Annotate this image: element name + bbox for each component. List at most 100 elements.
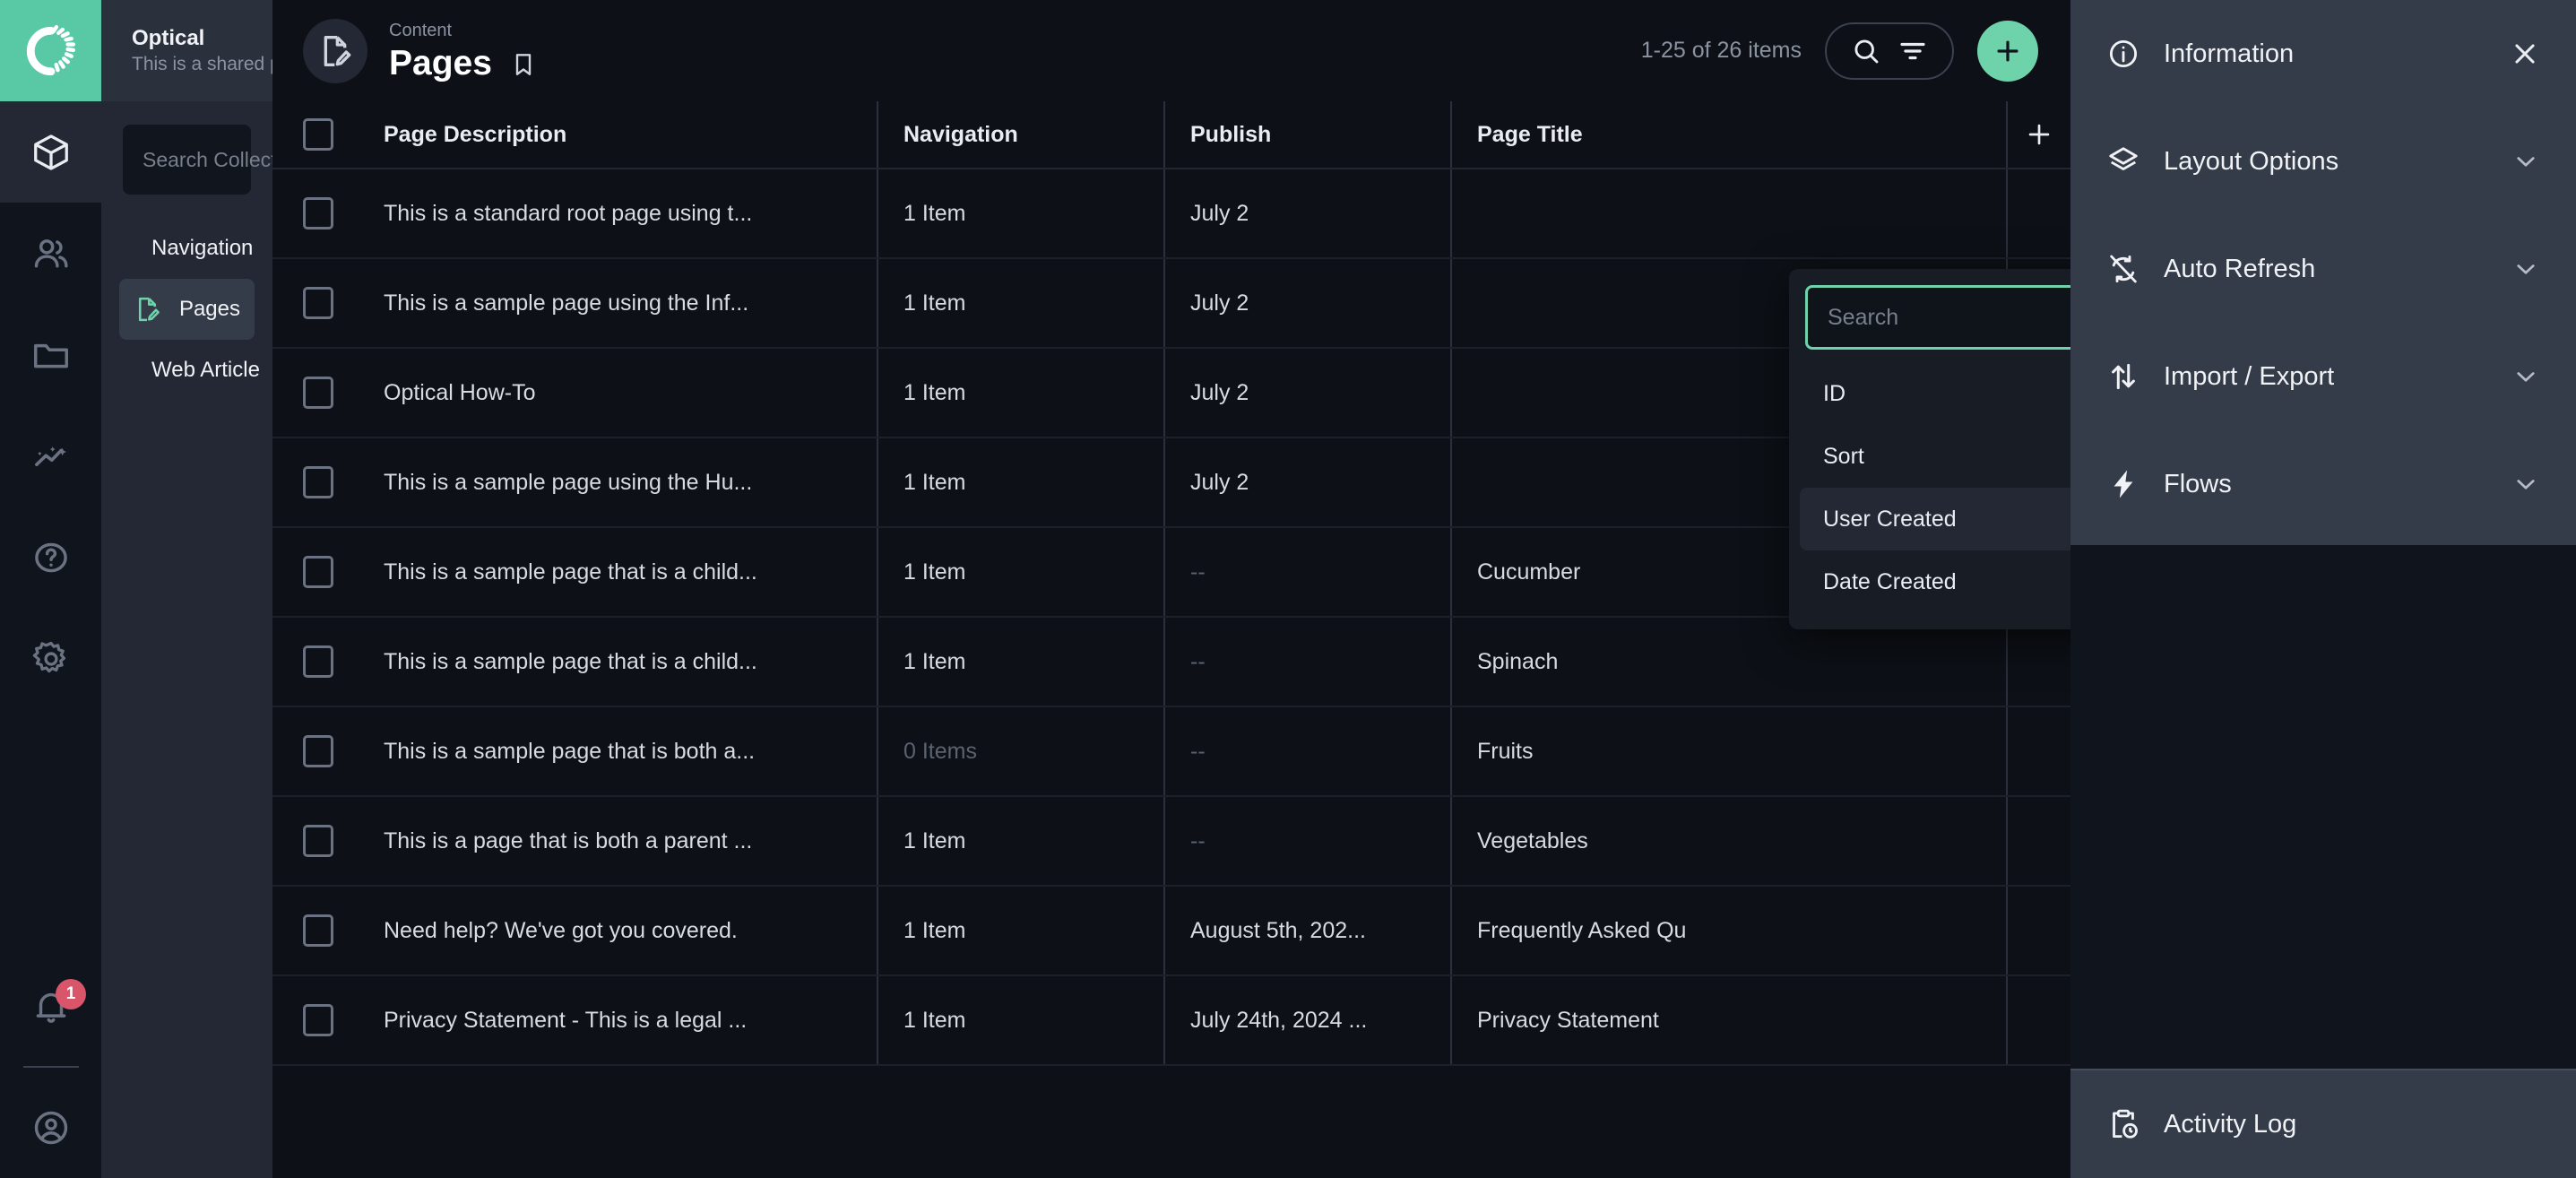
column-header-description[interactable]: Page Description <box>359 101 877 168</box>
cell-publish[interactable]: July 2 <box>1163 438 1450 526</box>
panel-section-import-export[interactable]: Import / Export <box>2070 323 2576 430</box>
row-checkbox[interactable] <box>303 735 333 767</box>
row-checkbox[interactable] <box>303 466 333 498</box>
row-select-cell[interactable] <box>272 528 359 616</box>
cell-navigation[interactable]: 0 Items <box>877 707 1163 795</box>
cell-title[interactable]: Frequently Asked Qu <box>1450 887 2006 974</box>
cell-navigation[interactable]: 1 Item <box>877 976 1163 1064</box>
row-select-cell[interactable] <box>272 707 359 795</box>
expand-flows-button[interactable] <box>2511 470 2540 498</box>
expand-auto-refresh-button[interactable] <box>2511 255 2540 283</box>
collection-search-input[interactable]: Search Collection... <box>123 125 251 195</box>
row-select-cell[interactable] <box>272 976 359 1064</box>
cell-publish[interactable]: -- <box>1163 528 1450 616</box>
row-checkbox[interactable] <box>303 645 333 678</box>
cell-title[interactable]: Vegetables <box>1450 797 2006 885</box>
sidebar-item-navigation[interactable]: Navigation <box>119 218 255 279</box>
rail-item-settings[interactable] <box>0 608 101 709</box>
cell-publish[interactable]: July 24th, 2024 ... <box>1163 976 1450 1064</box>
row-select-cell[interactable] <box>272 169 359 257</box>
sidebar-item-pages[interactable]: Pages <box>119 279 255 340</box>
rail-item-insights[interactable] <box>0 405 101 507</box>
cell-description[interactable]: Privacy Statement - This is a legal ... <box>359 976 877 1064</box>
panel-footer-activity-log[interactable]: Activity Log <box>2070 1069 2576 1178</box>
cell-publish[interactable]: -- <box>1163 618 1450 706</box>
cell-title[interactable]: Spinach <box>1450 618 2006 706</box>
row-select-cell[interactable] <box>272 887 359 974</box>
cell-navigation[interactable]: 1 Item <box>877 528 1163 616</box>
row-select-cell[interactable] <box>272 349 359 437</box>
brand-logo[interactable] <box>0 0 101 101</box>
row-checkbox[interactable] <box>303 556 333 588</box>
cell-publish[interactable]: -- <box>1163 707 1450 795</box>
cell-navigation[interactable]: 1 Item <box>877 797 1163 885</box>
cell-description[interactable]: This is a sample page that is a child... <box>359 528 877 616</box>
row-checkbox[interactable] <box>303 287 333 319</box>
column-header-publish[interactable]: Publish <box>1163 101 1450 168</box>
row-select-cell[interactable] <box>272 797 359 885</box>
cell-navigation[interactable]: 1 Item <box>877 887 1163 974</box>
cell-publish[interactable]: July 2 <box>1163 169 1450 257</box>
add-column-button[interactable] <box>2006 101 2070 168</box>
cell-description[interactable]: Optical How-To <box>359 349 877 437</box>
rail-item-help[interactable] <box>0 507 101 608</box>
row-checkbox[interactable] <box>303 377 333 409</box>
panel-section-auto-refresh[interactable]: Auto Refresh <box>2070 215 2576 323</box>
filter-icon[interactable] <box>1897 35 1929 67</box>
add-button[interactable] <box>1977 21 2038 82</box>
rail-item-users[interactable] <box>0 203 101 304</box>
search-icon[interactable] <box>1850 35 1882 67</box>
row-checkbox[interactable] <box>303 825 333 857</box>
cell-navigation[interactable]: 1 Item <box>877 618 1163 706</box>
rail-item-media[interactable] <box>0 304 101 405</box>
cell-description[interactable]: This is a sample page using the Hu... <box>359 438 877 526</box>
close-panel-button[interactable] <box>2510 39 2540 69</box>
cell-navigation[interactable]: 1 Item <box>877 259 1163 347</box>
cell-title[interactable]: Fruits <box>1450 707 2006 795</box>
panel-section-layout-options[interactable]: Layout Options <box>2070 108 2576 215</box>
cell-description[interactable]: Need help? We've got you covered. <box>359 887 877 974</box>
sidebar-item-web-article[interactable]: Web Article <box>119 340 255 401</box>
activity-log-row[interactable]: Activity Log <box>2070 1070 2576 1178</box>
cell-publish[interactable]: -- <box>1163 797 1450 885</box>
collection-header[interactable]: Optical This is a shared playgr... <box>101 0 272 101</box>
table-row[interactable]: This is a sample page that is both a...0… <box>272 707 2070 797</box>
row-select-cell[interactable] <box>272 618 359 706</box>
row-checkbox[interactable] <box>303 197 333 230</box>
cell-description[interactable]: This is a page that is both a parent ... <box>359 797 877 885</box>
table-row[interactable]: Need help? We've got you covered.1 ItemA… <box>272 887 2070 976</box>
cell-publish[interactable]: July 2 <box>1163 349 1450 437</box>
panel-section-flows[interactable]: Flows <box>2070 430 2576 538</box>
expand-layout-options-button[interactable] <box>2511 147 2540 176</box>
cell-navigation[interactable]: 1 Item <box>877 169 1163 257</box>
rail-item-collections[interactable] <box>0 101 101 203</box>
column-header-navigation[interactable]: Navigation <box>877 101 1163 168</box>
table-row[interactable]: This is a standard root page using t...1… <box>272 169 2070 259</box>
cell-publish[interactable]: July 2 <box>1163 259 1450 347</box>
cell-description[interactable]: This is a standard root page using t... <box>359 169 877 257</box>
select-all-cell[interactable] <box>272 101 359 168</box>
table-row[interactable]: This is a page that is both a parent ...… <box>272 797 2070 887</box>
cell-description[interactable]: This is a sample page that is both a... <box>359 707 877 795</box>
table-row[interactable]: Privacy Statement - This is a legal ...1… <box>272 976 2070 1066</box>
table-row[interactable]: This is a sample page that is a child...… <box>272 618 2070 707</box>
cell-publish[interactable]: August 5th, 202... <box>1163 887 1450 974</box>
cell-description[interactable]: This is a sample page that is a child... <box>359 618 877 706</box>
select-all-checkbox[interactable] <box>303 118 333 151</box>
cell-navigation[interactable]: 1 Item <box>877 438 1163 526</box>
cell-title[interactable] <box>1450 169 2006 257</box>
rail-item-notifications[interactable]: 1 <box>0 956 101 1057</box>
cell-title[interactable]: Privacy Statement <box>1450 976 2006 1064</box>
row-select-cell[interactable] <box>272 438 359 526</box>
row-select-cell[interactable] <box>272 259 359 347</box>
expand-import-export-button[interactable] <box>2511 362 2540 391</box>
bookmark-icon[interactable] <box>510 51 537 78</box>
rail-item-account[interactable] <box>0 1077 101 1178</box>
cell-navigation[interactable]: 1 Item <box>877 349 1163 437</box>
panel-section-information[interactable]: Information <box>2070 0 2576 108</box>
column-header-title[interactable]: Page Title <box>1450 101 2006 168</box>
search-filter-pill[interactable] <box>1825 22 1954 80</box>
cell-description[interactable]: This is a sample page using the Inf... <box>359 259 877 347</box>
row-checkbox[interactable] <box>303 914 333 947</box>
row-checkbox[interactable] <box>303 1004 333 1036</box>
